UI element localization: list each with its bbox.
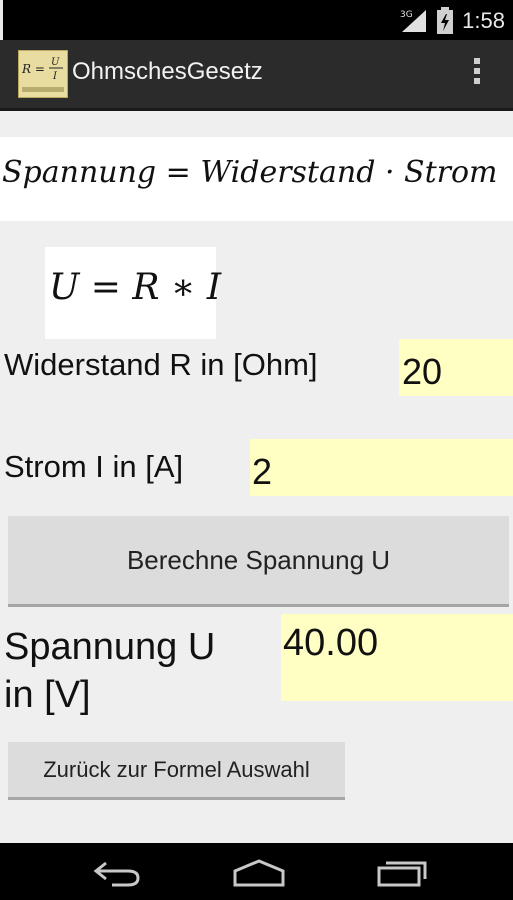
formula-banner: Spannung = Widerstand · Strom (0, 137, 513, 221)
symbolic-formula: U = R ∗ I (49, 267, 222, 308)
home-icon[interactable] (232, 859, 285, 887)
status-bar: 3G 1:58 (0, 0, 513, 40)
verbal-formula: Spannung = Widerstand · Strom (2, 155, 498, 190)
current-input[interactable]: 2 (250, 439, 513, 496)
recent-apps-icon[interactable] (376, 859, 427, 887)
result-label-line2: in [V] (4, 674, 91, 716)
svg-text:R =: R = (21, 62, 45, 76)
navigation-bar (0, 843, 513, 900)
back-icon[interactable] (92, 859, 142, 887)
back-to-formula-selection-button[interactable]: Zurück zur Formel Auswahl (8, 742, 345, 800)
status-icons: 3G 1:58 (398, 6, 505, 36)
menu-dot (474, 78, 480, 84)
resistance-label: Widerstand R in [Ohm] (4, 347, 318, 382)
result-label-line1: Spannung U (4, 626, 216, 668)
formula-app-icon: R = U I (18, 50, 68, 98)
app-title: OhmschesGesetz (72, 58, 263, 85)
svg-text:I: I (52, 71, 58, 82)
current-label: Strom I in [A] (4, 449, 184, 484)
menu-dot (474, 58, 480, 64)
voltage-result-field[interactable]: 40.00 (281, 614, 513, 701)
formula-image: U = R ∗ I (45, 247, 221, 339)
signal-icon: 3G (400, 10, 427, 32)
formula-app-icon-graphic: R = U I (21, 57, 64, 92)
menu-dot (474, 68, 480, 74)
svg-text:U: U (51, 57, 60, 68)
battery-icon (437, 7, 454, 34)
resistance-input[interactable]: 20 (399, 339, 513, 396)
svg-text:3G: 3G (400, 10, 413, 20)
overflow-menu-icon[interactable] (469, 54, 485, 94)
action-bar: R = U I OhmschesGesetz (0, 40, 513, 111)
screen: 3G 1:58 R = U I OhmschesGesetz Spannung … (0, 0, 513, 900)
calculate-voltage-button[interactable]: Berechne Spannung U (8, 516, 509, 607)
main-content: Spannung = Widerstand · Strom U = R ∗ I … (0, 111, 513, 843)
clock: 1:58 (462, 8, 505, 33)
edge-strip (0, 0, 3, 40)
